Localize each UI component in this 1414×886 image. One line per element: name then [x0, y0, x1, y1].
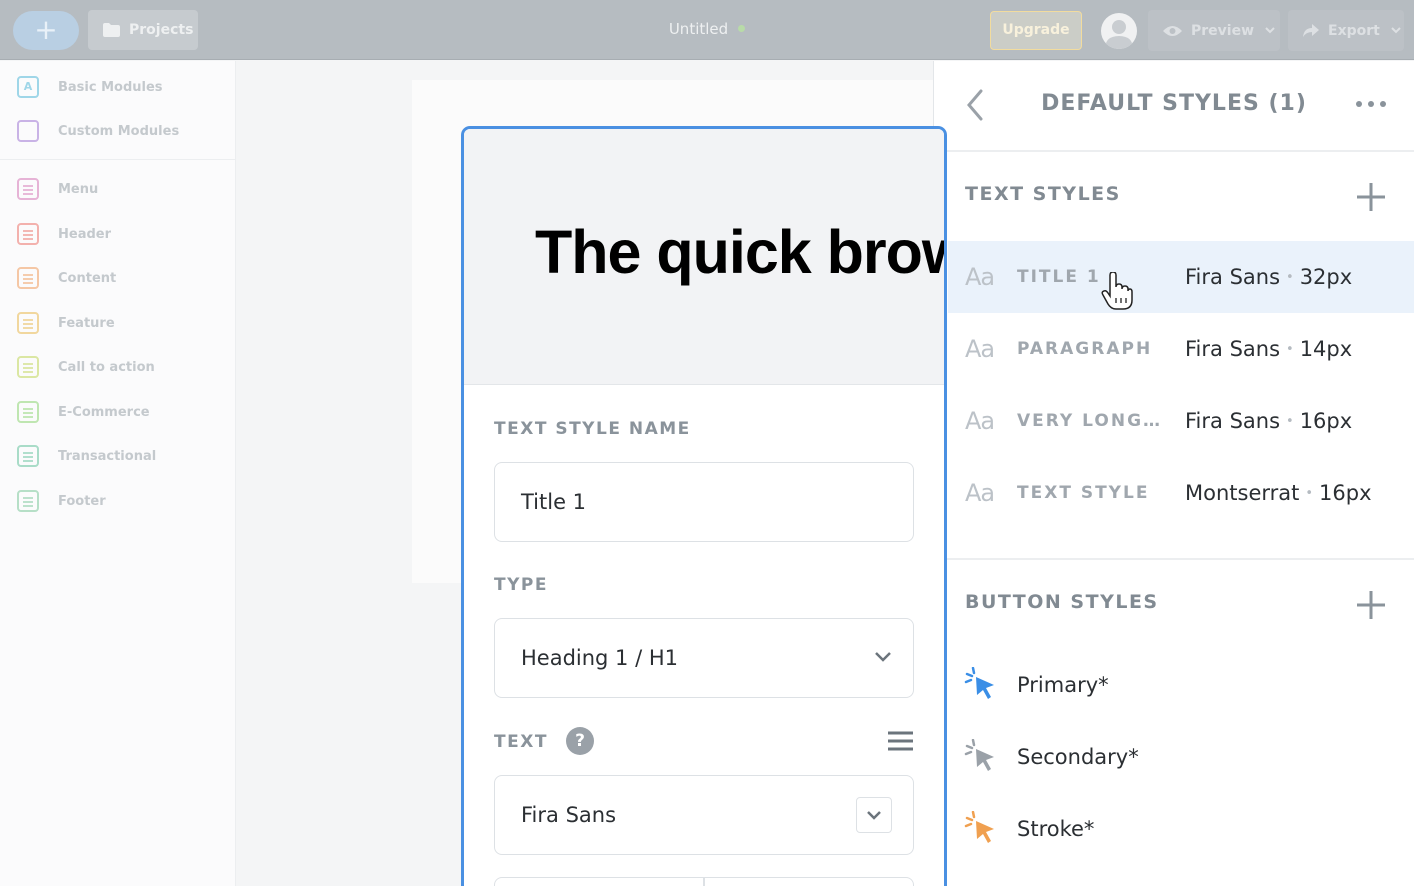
add-button-style-icon[interactable]	[1355, 589, 1387, 621]
add-text-style-icon[interactable]	[1355, 181, 1387, 213]
chevron-down-icon	[875, 652, 891, 662]
text-style-row[interactable]: Aa VERY LONG TEXT STYLE NAME Fira Sans•1…	[948, 385, 1414, 457]
text-style-name: TITLE 1	[1017, 267, 1101, 287]
menu-module-icon	[17, 178, 39, 200]
sidebar-item-label: Footer	[58, 493, 106, 509]
preview-sample-text: The quick brown fox jumps over the lazy …	[535, 218, 944, 286]
type-select[interactable]: Heading 1 / H1	[494, 618, 914, 698]
text-style-font: Fira Sans • 14px	[1185, 337, 1353, 361]
sidebar-item-menu[interactable]: Menu	[17, 178, 98, 200]
sidebar-item-custom-modules[interactable]: Custom Modules	[17, 120, 179, 142]
font-dropdown-button[interactable]	[856, 797, 892, 833]
text-style-font: Fira Sans • 16px	[1185, 409, 1353, 433]
text-style-icon: Aa	[965, 263, 995, 291]
sidebar-divider	[0, 159, 236, 160]
panel-divider	[934, 558, 1414, 560]
header-module-icon	[17, 223, 39, 245]
type-label: TYPE	[494, 575, 548, 595]
sidebar-item-label: Header	[58, 226, 112, 242]
top-bar: + Projects Untitled Upgrade Preview Expo…	[0, 0, 1414, 60]
sidebar-item-footer[interactable]: Footer	[17, 490, 106, 512]
upgrade-button[interactable]: Upgrade	[990, 11, 1082, 50]
default-styles-panel: DEFAULT STYLES (1) TEXT STYLES Aa TITLE …	[933, 61, 1414, 886]
export-label: Export	[1328, 22, 1380, 39]
preview-label: Preview	[1191, 22, 1255, 39]
chevron-down-icon	[1265, 27, 1275, 34]
text-style-name-input[interactable]: Title 1	[494, 462, 914, 542]
font-size-inputs[interactable]	[494, 877, 914, 886]
content-module-icon	[17, 267, 39, 289]
button-style-row[interactable]: Primary*	[964, 667, 1109, 703]
sidebar-item-label: Call to action	[58, 359, 155, 375]
avatar[interactable]	[1101, 13, 1137, 49]
text-style-editor: The quick brown fox jumps over the lazy …	[461, 126, 947, 886]
text-style-preview: The quick brown fox jumps over the lazy …	[464, 129, 944, 385]
export-button[interactable]: Export	[1288, 10, 1404, 51]
text-style-icon: Aa	[965, 407, 995, 435]
sidebar-item-label: E-Commerce	[58, 404, 150, 420]
button-style-name: Stroke*	[1017, 817, 1095, 841]
sidebar-item-label: Menu	[58, 181, 99, 197]
text-style-font: Fira Sans • 32px	[1185, 265, 1353, 289]
help-icon[interactable]: ?	[566, 727, 594, 755]
module-sidebar: A Basic Modules Custom Modules Menu Head…	[0, 61, 236, 886]
custom-modules-icon	[17, 120, 39, 142]
sidebar-item-label: Custom Modules	[58, 123, 180, 139]
text-style-row[interactable]: Aa TITLE 1 Fira Sans • 32px	[948, 241, 1414, 313]
footer-module-icon	[17, 490, 39, 512]
type-select-value: Heading 1 / H1	[521, 646, 678, 670]
sidebar-item-feature[interactable]: Feature	[17, 312, 115, 334]
panel-title: DEFAULT STYLES (1)	[1041, 91, 1307, 116]
button-style-row[interactable]: Secondary*	[964, 739, 1139, 775]
sidebar-item-content[interactable]: Content	[17, 267, 116, 289]
button-styles-heading: BUTTON STYLES	[965, 591, 1159, 613]
chevron-down-icon	[867, 811, 881, 820]
click-pointer-icon	[964, 739, 994, 771]
text-style-row[interactable]: Aa PARAGRAPH Fira Sans • 14px	[948, 313, 1414, 385]
text-style-name-label: TEXT STYLE NAME	[494, 419, 691, 439]
saved-status-dot	[738, 25, 746, 32]
basic-modules-icon: A	[17, 76, 39, 98]
share-arrow-icon	[1303, 24, 1319, 37]
button-style-row[interactable]: Stroke*	[964, 811, 1094, 847]
preview-button[interactable]: Preview	[1148, 10, 1280, 51]
text-style-font: Montserrat • 16px	[1185, 481, 1372, 505]
feature-module-icon	[17, 312, 39, 334]
sidebar-item-header[interactable]: Header	[17, 223, 111, 245]
text-styles-heading: TEXT STYLES	[965, 183, 1121, 205]
more-options-icon[interactable]	[1355, 99, 1387, 109]
text-style-row[interactable]: Aa TEXT STYLE Montserrat • 16px	[948, 457, 1414, 529]
sidebar-item-call-to-action[interactable]: Call to action	[17, 356, 155, 378]
text-style-name-value: Title 1	[521, 490, 587, 514]
text-style-name: TEXT STYLE	[1017, 483, 1150, 503]
text-section-label: TEXT	[494, 732, 548, 752]
document-title-text: Untitled	[668, 20, 729, 38]
sidebar-item-basic-modules[interactable]: A Basic Modules	[17, 76, 163, 98]
font-family-value: Fira Sans	[521, 803, 617, 827]
call-to-action-module-icon	[17, 356, 39, 378]
sidebar-item-label: Feature	[58, 315, 115, 331]
sidebar-item-label: Content	[58, 270, 117, 286]
font-family-select[interactable]: Fira Sans	[494, 775, 914, 855]
sidebar-item-label: Transactional	[58, 448, 157, 464]
panel-divider	[934, 150, 1414, 152]
click-pointer-icon	[964, 667, 994, 699]
hamburger-menu-icon[interactable]	[888, 731, 913, 751]
text-style-icon: Aa	[965, 335, 995, 363]
text-style-icon: Aa	[965, 479, 995, 507]
eye-icon	[1163, 25, 1182, 36]
click-pointer-icon	[964, 811, 994, 843]
chevron-down-icon	[1391, 27, 1401, 34]
text-style-name: PARAGRAPH	[1017, 339, 1153, 359]
sidebar-item-transactional[interactable]: Transactional	[17, 445, 156, 467]
button-style-name: Primary*	[1017, 673, 1109, 697]
transactional-module-icon	[17, 445, 39, 467]
ecommerce-module-icon	[17, 401, 39, 423]
text-style-name: VERY LONG TEXT STYLE NAME	[1017, 411, 1167, 431]
sidebar-item-label: Basic Modules	[58, 79, 163, 95]
button-style-name: Secondary*	[1017, 745, 1139, 769]
hand-cursor-icon	[1101, 272, 1133, 310]
sidebar-item-ecommerce[interactable]: E-Commerce	[17, 401, 150, 423]
user-avatar-icon	[1105, 20, 1133, 49]
